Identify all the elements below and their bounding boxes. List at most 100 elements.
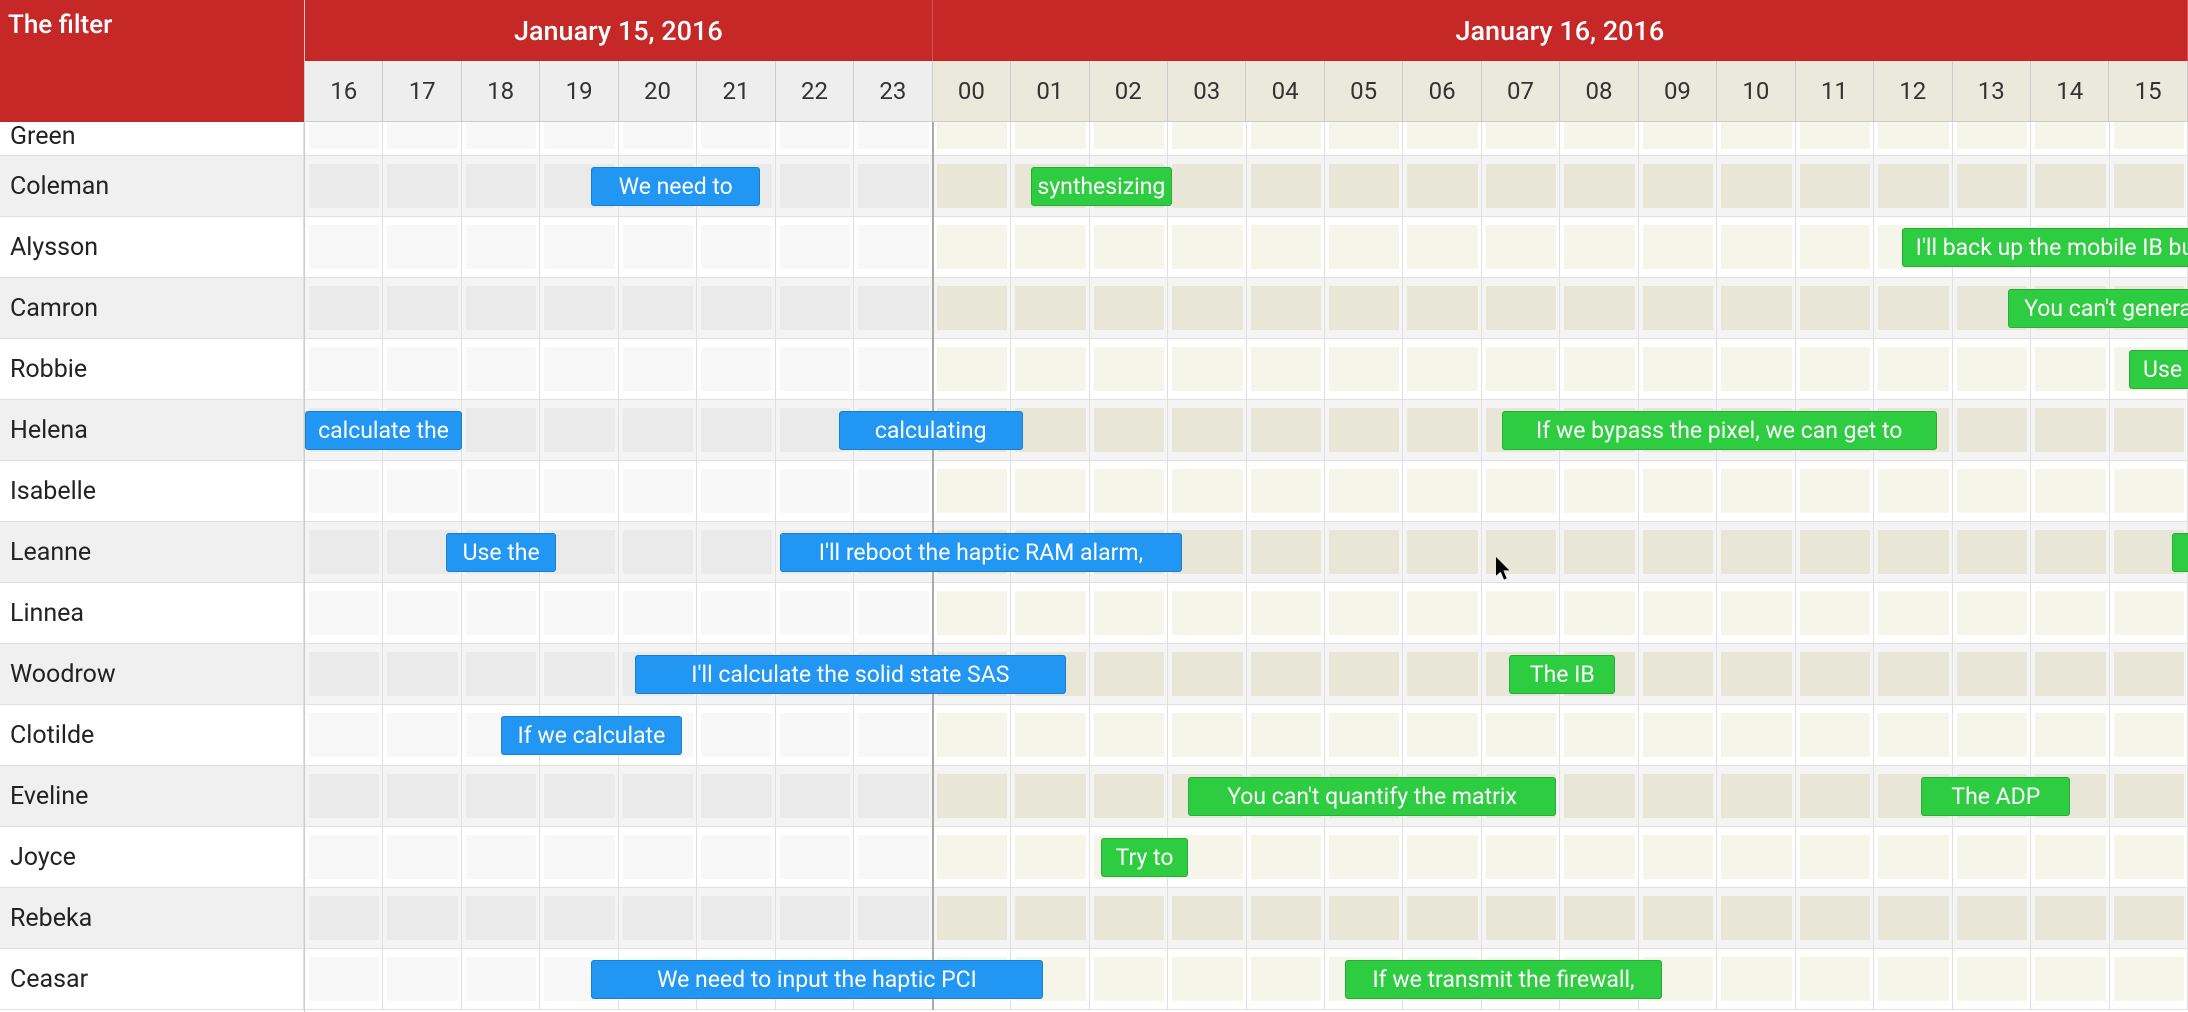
timeline-cell xyxy=(1329,122,1399,149)
resource-label[interactable]: Robbie xyxy=(0,339,304,400)
timeline-cell xyxy=(1094,774,1164,818)
gantt-event[interactable]: You can't quantify the matrix xyxy=(1188,777,1557,816)
resource-label[interactable]: Alysson xyxy=(0,217,304,278)
hour-header[interactable]: 01 xyxy=(1011,61,1089,122)
hour-header[interactable]: 19 xyxy=(540,61,618,122)
date-header[interactable]: January 15, 2016 xyxy=(305,0,933,61)
gantt-event[interactable]: We need to input the haptic PCI xyxy=(591,960,1042,999)
timeline-cell xyxy=(1407,164,1477,208)
hour-header[interactable]: 06 xyxy=(1403,61,1481,122)
timeline-row[interactable]: I'll calculate the solid state SAS The IB xyxy=(305,644,2188,705)
hour-header[interactable]: 04 xyxy=(1246,61,1324,122)
resource-label[interactable]: Coleman xyxy=(0,156,304,217)
date-header[interactable]: January 16, 2016 xyxy=(933,0,2188,61)
hour-header[interactable]: 11 xyxy=(1796,61,1874,122)
timeline-cell xyxy=(1251,469,1321,513)
resource-label[interactable]: Joyce xyxy=(0,827,304,888)
gantt-event[interactable]: You can't generate the xyxy=(2008,289,2188,328)
timeline-body[interactable]: We need to synthesizing I'll back up the m… xyxy=(305,122,2188,1010)
gantt-event[interactable]: synthesizing xyxy=(1031,167,1172,206)
timeline-row[interactable]: I'll back up the mobile IB bus, that xyxy=(305,217,2188,278)
timeline-cell xyxy=(701,286,771,330)
hour-header[interactable]: 09 xyxy=(1639,61,1717,122)
timeline-cell xyxy=(1721,713,1791,757)
timeline-cell xyxy=(466,286,536,330)
timeline-cell xyxy=(1329,652,1399,696)
timeline-row[interactable] xyxy=(305,888,2188,949)
timeline-cell xyxy=(1015,225,1085,269)
hour-header[interactable]: 18 xyxy=(462,61,540,122)
timeline-cell xyxy=(1172,591,1242,635)
gantt-event[interactable]: If we bypass the pixel, we can get to xyxy=(1502,411,1937,450)
resource-label[interactable]: Camron xyxy=(0,278,304,339)
timeline-cell xyxy=(1407,225,1477,269)
timeline-row[interactable]: Use the I'll reboot the haptic RAM alarm, xyxy=(305,522,2188,583)
hour-header[interactable]: 03 xyxy=(1168,61,1246,122)
timeline-row[interactable]: We need to input the haptic PCI If we tra… xyxy=(305,949,2188,1010)
timeline-cell xyxy=(1564,347,1634,391)
timeline-cell xyxy=(1407,835,1477,879)
timeline-row[interactable]: If we calculate xyxy=(305,705,2188,766)
resource-label[interactable]: Leanne xyxy=(0,522,304,583)
gantt-event[interactable]: We need to xyxy=(591,167,760,206)
resource-label[interactable]: Eveline xyxy=(0,766,304,827)
timeline-cell xyxy=(309,122,379,149)
timeline-row[interactable] xyxy=(305,461,2188,522)
gantt-event[interactable] xyxy=(2172,533,2188,572)
timeline-cell xyxy=(1407,530,1477,574)
hour-header[interactable]: 12 xyxy=(1874,61,1952,122)
timeline-row[interactable]: Try to xyxy=(305,827,2188,888)
gantt-event[interactable]: Try to xyxy=(1101,838,1187,877)
gantt-event[interactable]: The IB xyxy=(1509,655,1615,694)
timeline-row[interactable]: Use xyxy=(305,339,2188,400)
resource-label[interactable]: Rebeka xyxy=(0,888,304,949)
resource-label[interactable]: Isabelle xyxy=(0,461,304,522)
filter-header[interactable]: The filter xyxy=(0,0,304,122)
hour-header[interactable]: 22 xyxy=(776,61,854,122)
timeline-cell xyxy=(1486,286,1556,330)
hour-header[interactable]: 17 xyxy=(383,61,461,122)
timeline-row[interactable]: calculate the calculating If we bypass the… xyxy=(305,400,2188,461)
hour-header[interactable]: 21 xyxy=(697,61,775,122)
hour-header[interactable]: 15 xyxy=(2109,61,2187,122)
hour-header[interactable]: 08 xyxy=(1560,61,1638,122)
resource-label[interactable]: Clotilde xyxy=(0,705,304,766)
gantt-event[interactable]: If we transmit the firewall, xyxy=(1345,960,1663,999)
timeline-cell xyxy=(1015,591,1085,635)
gantt-event[interactable]: Use xyxy=(2129,350,2188,389)
hour-header[interactable]: 00 xyxy=(933,61,1011,122)
resource-label[interactable]: Linnea xyxy=(0,583,304,644)
resource-label[interactable]: Ceasar xyxy=(0,949,304,1010)
hour-header[interactable]: 10 xyxy=(1717,61,1795,122)
timeline-row[interactable] xyxy=(305,583,2188,644)
timeline-row[interactable]: We need to synthesizing xyxy=(305,156,2188,217)
timeline-cell xyxy=(2114,896,2184,940)
gantt-event[interactable]: Use the xyxy=(446,533,556,572)
timeline-cell xyxy=(858,835,928,879)
timeline-cell xyxy=(1564,122,1634,149)
hour-header[interactable]: 16 xyxy=(305,61,383,122)
timeline-cell xyxy=(1329,408,1399,452)
gantt-event[interactable]: I'll back up the mobile IB bus, that xyxy=(1902,228,2188,267)
timeline-row[interactable]: You can't quantify the matrix The ADP xyxy=(305,766,2188,827)
resource-label[interactable]: Helena xyxy=(0,400,304,461)
gantt-event[interactable]: calculating xyxy=(839,411,1023,450)
hour-header[interactable]: 05 xyxy=(1325,61,1403,122)
resource-label[interactable]: Woodrow xyxy=(0,644,304,705)
hour-header[interactable]: 07 xyxy=(1482,61,1560,122)
hour-header[interactable]: 23 xyxy=(854,61,932,122)
gantt-event[interactable]: calculate the xyxy=(305,411,462,450)
resource-label[interactable]: Green xyxy=(0,122,304,156)
timeline-cell xyxy=(937,347,1007,391)
timeline-row[interactable] xyxy=(305,122,2188,156)
gantt-event[interactable]: If we calculate xyxy=(501,716,681,755)
timeline-cell xyxy=(1172,164,1242,208)
gantt-event[interactable]: The ADP xyxy=(1921,777,2070,816)
gantt-event[interactable]: I'll reboot the haptic RAM alarm, xyxy=(780,533,1182,572)
hour-header[interactable]: 14 xyxy=(2031,61,2109,122)
hour-header[interactable]: 20 xyxy=(619,61,697,122)
gantt-event[interactable]: I'll calculate the solid state SAS xyxy=(635,655,1067,694)
hour-header[interactable]: 13 xyxy=(1953,61,2031,122)
hour-header[interactable]: 02 xyxy=(1090,61,1168,122)
timeline-row[interactable]: You can't generate the xyxy=(305,278,2188,339)
